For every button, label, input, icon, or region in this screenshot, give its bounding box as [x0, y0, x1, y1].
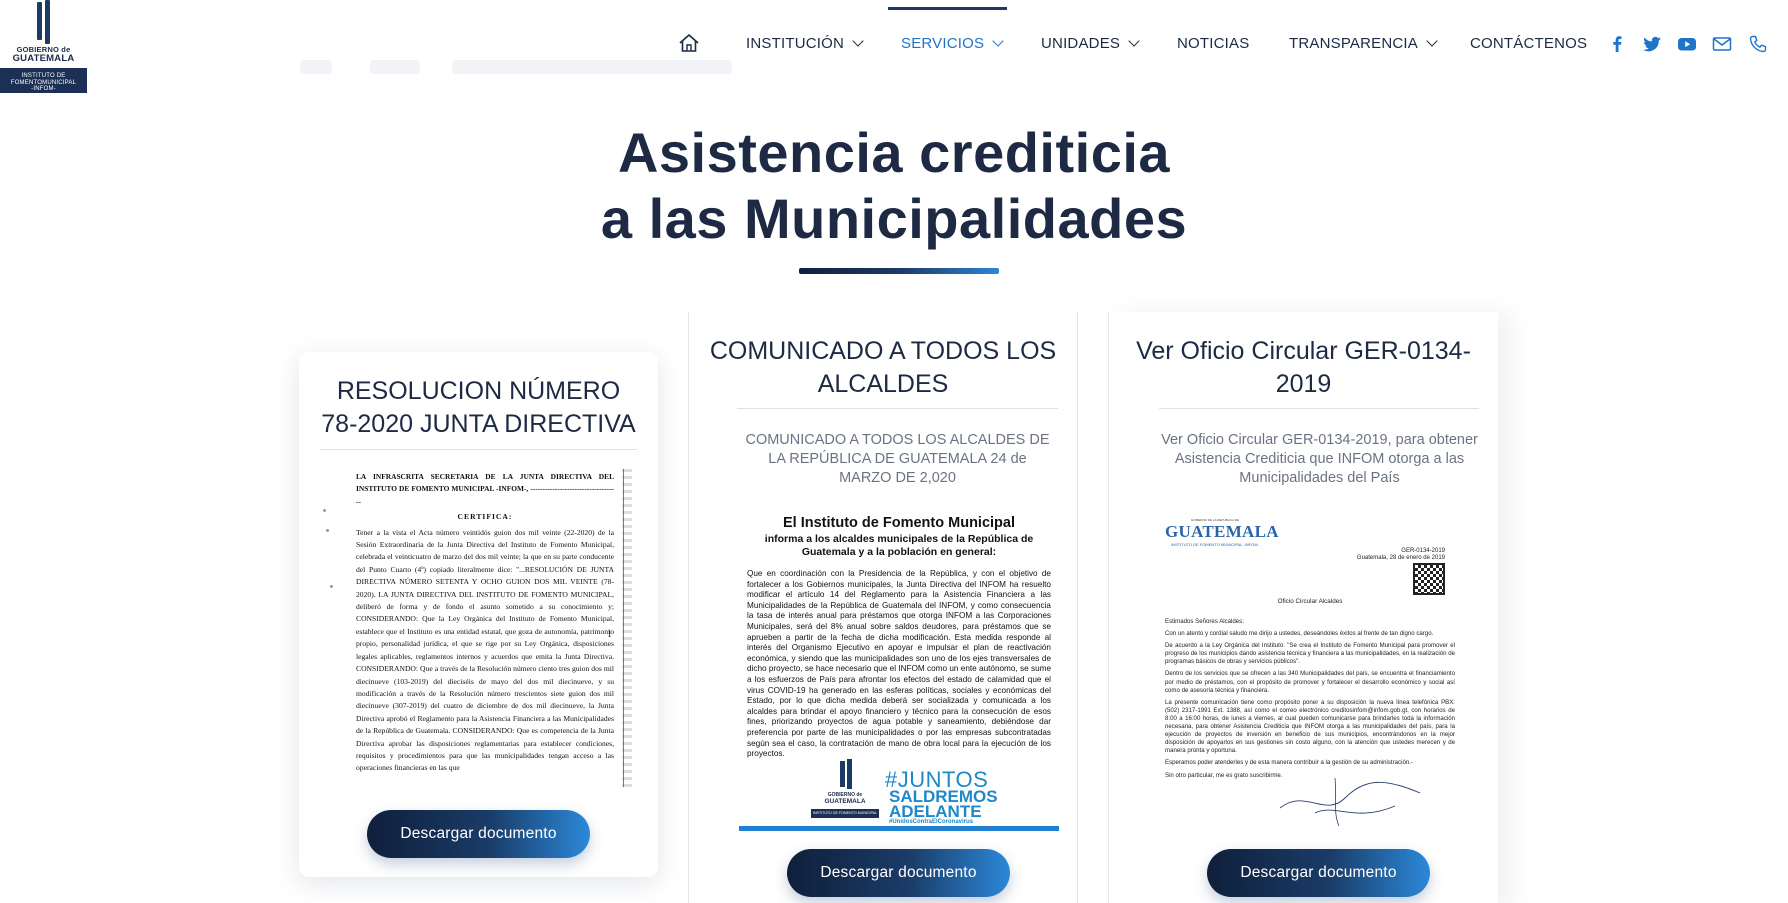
nav-label: NOTICIAS — [1177, 35, 1250, 52]
nav-item-contactenos[interactable]: CONTÁCTENOS — [1470, 35, 1587, 52]
download-document-button[interactable]: Descargar documento — [1207, 849, 1430, 897]
doc-paragraph: Dentro de los servicios que se ofrecen a… — [1165, 670, 1455, 694]
card-divider — [737, 408, 1058, 409]
chevron-down-icon — [992, 35, 1004, 47]
card-description: Ver Oficio Circular GER-0134-2019, para … — [1161, 432, 1478, 486]
doc-subject: Oficio Circular Alcaldes — [1277, 598, 1343, 605]
seal-sub: INSTITUTO DE FOMENTO MUNICIPAL -INFOM- — [1171, 542, 1259, 547]
doc-ref-number: GER-0134-2019 — [1401, 548, 1445, 554]
nav-label: TRANSPARENCIA — [1289, 35, 1419, 52]
doc-header: LA INFRASCRITA SECRETARIA DE LA JUNTA DI… — [356, 472, 614, 506]
logo-bar — [847, 759, 852, 789]
card-divider — [320, 449, 637, 450]
hashtag-line: ADELANTE — [889, 802, 982, 821]
chevron-down-icon — [852, 35, 864, 47]
nav-item-unidades[interactable]: UNIDADES — [1041, 35, 1140, 52]
document-preview: GOBIERNO DE LA REPÚBLICA DE GUATEMALA IN… — [1165, 518, 1455, 834]
mail-icon[interactable] — [1712, 34, 1732, 54]
chevron-down-icon — [1128, 35, 1140, 47]
home-icon[interactable] — [678, 33, 700, 53]
nav-label: UNIDADES — [1041, 35, 1121, 52]
doc-date: Guatemala, 28 de enero de 2019 — [1356, 555, 1445, 561]
guatemala-seal: GOBIERNO DE LA REPÚBLICA DE GUATEMALA IN… — [1165, 518, 1279, 547]
document-preview-text: LA INFRASCRITA SECRETARIA DE LA JUNTA DI… — [320, 469, 632, 775]
nav-label: CONTÁCTENOS — [1470, 35, 1588, 52]
nav-item-servicios[interactable]: SERVICIOS — [901, 35, 1004, 52]
hashtag-unidos: #UnidosContraElCoronavirus — [889, 819, 974, 825]
doc-paragraph: Con un atento y cordial saludo me dirijo… — [1165, 630, 1434, 638]
nav-label: INSTITUCIÓN — [746, 35, 845, 52]
doc-heading: El Instituto de Fomento Municipal — [783, 515, 1015, 531]
breadcrumb-ghost — [370, 60, 420, 74]
hashtag-saldremos: SALDREMOS ADELANTE — [889, 788, 998, 821]
main-nav: INSTITUCIÓN SERVICIOS UNIDADES NOTICIAS … — [0, 0, 1788, 90]
seal-brand: GUATEMALA — [1165, 522, 1279, 541]
download-document-button[interactable]: Descargar documento — [367, 810, 590, 858]
doc-footer: GOBIERNO de GUATEMALA INSTITUTO DE FOMEN… — [739, 753, 1059, 831]
doc-page-number: 1 — [607, 629, 612, 640]
nav-item-transparencia[interactable]: TRANSPARENCIA — [1289, 35, 1438, 52]
qr-code-icon — [1413, 563, 1445, 595]
phone-icon[interactable] — [1748, 34, 1768, 54]
title-underline — [799, 268, 999, 274]
page-title-line2: a las Municipalidades — [600, 187, 1188, 250]
document-preview: El Instituto de Fomento Municipal inform… — [739, 515, 1059, 831]
document-card: COMUNICADO A TODOS LOS ALCALDES COMUNICA… — [688, 312, 1078, 903]
nav-label: SERVICIOS — [901, 35, 985, 52]
doc-paragraph: La presente comunicación tiene como prop… — [1165, 698, 1455, 755]
card-title: COMUNICADO A TODOS LOS ALCALDES — [709, 337, 1057, 398]
doc-paragraph: Esperamos poder atenderles y de esta man… — [1165, 759, 1413, 767]
doc-body: Estimados Señores Alcaldes: Con un atent… — [1165, 618, 1455, 780]
breadcrumb-ghost — [452, 60, 732, 74]
site-header: GOBIERNO de GUATEMALA INSTITUTO DE FOMEN… — [0, 0, 1788, 93]
page-title-line1: Asistencia crediticia — [617, 121, 1171, 184]
facebook-icon[interactable] — [1607, 34, 1627, 54]
youtube-icon[interactable] — [1677, 34, 1697, 54]
doc-subheading: informa a los alcaldes municipales de la… — [764, 533, 1034, 558]
doc-body: Que en coordinación con la Presidencia d… — [747, 569, 1051, 759]
doc-greeting: Estimados Señores Alcaldes: — [1165, 618, 1244, 625]
scan-speck — [326, 529, 329, 532]
logo-band: INSTITUTO DE FOMENTO MUNICIPAL — [811, 809, 879, 818]
logo-text: GUATEMALA — [824, 798, 866, 805]
page-title: Asistencia crediticia a las Municipalida… — [0, 120, 1788, 252]
doc-body: Tener a la vista el Acta número veintidó… — [356, 527, 614, 773]
nav-item-noticias[interactable]: NOTICIAS — [1177, 35, 1249, 52]
doc-blue-stripe — [739, 826, 1059, 831]
breadcrumb-ghost — [300, 60, 332, 74]
doc-paragraph: De acuerdo a la Ley Orgánica del Institu… — [1165, 642, 1455, 666]
scan-edge-line — [623, 469, 624, 787]
card-divider — [1159, 408, 1479, 409]
twitter-icon[interactable] — [1642, 34, 1662, 54]
card-title: Ver Oficio Circular GER-0134-2019 — [1136, 337, 1471, 398]
signature-icon — [1279, 777, 1421, 827]
document-card: Ver Oficio Circular GER-0134-2019 Ver Of… — [1108, 312, 1498, 903]
chevron-down-icon — [1426, 35, 1438, 47]
card-title: RESOLUCION NÚMERO 78-2020 JUNTA DIRECTIV… — [321, 377, 636, 438]
scan-speck — [323, 509, 326, 512]
nav-item-institucion[interactable]: INSTITUCIÓN — [746, 35, 864, 52]
document-card: RESOLUCION NÚMERO 78-2020 JUNTA DIRECTIV… — [299, 352, 658, 877]
doc-ref: GER-0134-2019 Guatemala, 28 de enero de … — [1357, 548, 1445, 562]
document-preview: LA INFRASCRITA SECRETARIA DE LA JUNTA DI… — [320, 469, 632, 787]
logo-bar — [840, 761, 845, 787]
card-description: COMUNICADO A TODOS LOS ALCALDES DE LA RE… — [745, 432, 1050, 486]
scan-speck — [330, 585, 333, 588]
download-document-button[interactable]: Descargar documento — [787, 849, 1010, 897]
active-nav-indicator — [888, 7, 1007, 10]
gobierno-logo: GOBIERNO de GUATEMALA INSTITUTO DE FOMEN… — [811, 759, 879, 821]
doc-cert: CERTIFICA: — [457, 512, 513, 522]
